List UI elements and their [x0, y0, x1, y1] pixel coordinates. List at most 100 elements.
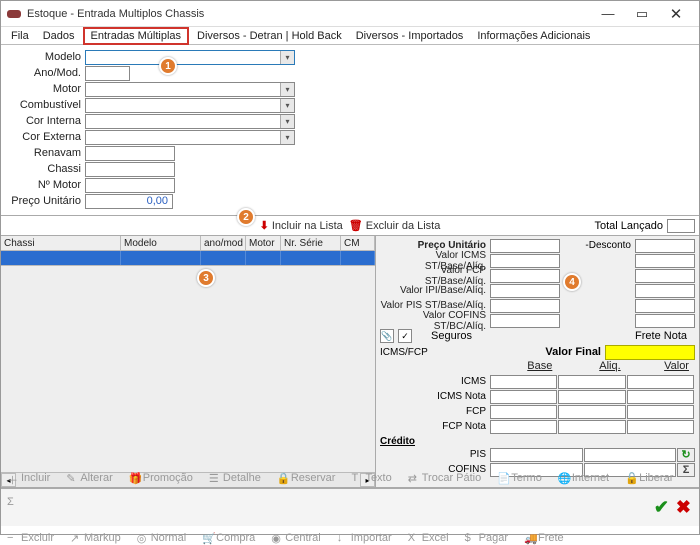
gift-icon: 🎁	[129, 472, 140, 483]
r-icmsst-field[interactable]	[490, 254, 560, 268]
cred-pis-field1[interactable]	[490, 448, 583, 462]
menu-dados[interactable]: Dados	[37, 29, 81, 43]
tax-fcp-base[interactable]	[490, 405, 557, 419]
attach-icon[interactable]: 📎	[380, 329, 394, 343]
tax-fcp-valor[interactable]	[627, 405, 694, 419]
tb-pagar[interactable]: $Pagar	[465, 532, 508, 544]
cred-pis-recycle-button[interactable]: ↻	[677, 448, 695, 462]
chassi-input[interactable]	[85, 162, 175, 177]
grid-body	[1, 266, 375, 472]
tax-icms-valor[interactable]	[627, 375, 694, 389]
tb-sigma[interactable]: Σ	[7, 496, 14, 508]
col-nrserie[interactable]: Nr. Série	[281, 236, 341, 250]
r-pisst-field[interactable]	[490, 299, 560, 313]
col-motor[interactable]: Motor	[246, 236, 281, 250]
close-button[interactable]: ✕	[659, 3, 693, 25]
r-desconto-field[interactable]	[635, 239, 695, 253]
col-modelo[interactable]: Modelo	[121, 236, 201, 250]
menu-fila[interactable]: Fila	[5, 29, 35, 43]
grid-selected-row[interactable]	[1, 251, 375, 266]
tax-fcpnota-base[interactable]	[490, 420, 557, 434]
r-fcpst-field2[interactable]	[635, 269, 695, 283]
tax-fcp-aliq[interactable]	[558, 405, 625, 419]
anomod-label: Ano/Mod.	[5, 67, 85, 79]
tb-importar[interactable]: ↓Importar	[337, 532, 392, 544]
incluir-na-lista-button[interactable]: ⬇ Incluir na Lista	[260, 219, 343, 232]
anomod-input[interactable]	[85, 66, 130, 81]
modelo-label: Modelo	[5, 51, 85, 63]
tb-reservar[interactable]: 🔒Reservar	[277, 472, 336, 484]
central-icon: ◉	[271, 532, 282, 543]
tb-normal[interactable]: ◎Normal	[137, 532, 186, 544]
tb-excel[interactable]: XExcel	[408, 532, 449, 544]
corinterna-combo[interactable]: ▾	[85, 114, 295, 129]
r-cofinsst-field2[interactable]	[635, 314, 695, 328]
corexterna-combo[interactable]: ▾	[85, 130, 295, 145]
step-badge-3: 3	[197, 269, 215, 287]
tb-promocao[interactable]: 🎁Promoção	[129, 472, 193, 484]
r-ipi-field[interactable]	[490, 284, 560, 298]
cancel-button[interactable]: ✖	[676, 497, 691, 518]
tb-excluir[interactable]: −Excluir	[7, 532, 54, 544]
valorfinal-label: Valor Final	[440, 346, 605, 358]
nmotor-input[interactable]	[85, 178, 175, 193]
restore-button[interactable]: ▭	[625, 3, 659, 25]
unlock-icon: 🔓	[625, 472, 636, 483]
total-lancado-label: Total Lançado	[595, 220, 664, 232]
confirm-button[interactable]: ✔	[654, 497, 669, 518]
tax-fcpnota-aliq[interactable]	[558, 420, 625, 434]
menu-entradas-multiplas[interactable]: Entradas Múltiplas	[83, 27, 190, 45]
r-fcpst-field[interactable]	[490, 269, 560, 283]
tax-icmsnota-valor[interactable]	[627, 390, 694, 404]
corinterna-label: Cor Interna	[5, 115, 85, 127]
tb-central[interactable]: ◉Central	[271, 532, 320, 544]
excluir-da-lista-button[interactable]: 🗑 Excluir da Lista	[349, 219, 441, 232]
tb-termo[interactable]: 📄Termo	[497, 472, 542, 484]
tax-icms-aliq[interactable]	[558, 375, 625, 389]
cred-cofins-sigma-button[interactable]: Σ	[677, 463, 695, 477]
modelo-combo[interactable]: ▾	[85, 50, 295, 65]
minimize-button[interactable]: —	[591, 3, 625, 25]
col-cm[interactable]: CM	[341, 236, 375, 250]
tb-texto[interactable]: TTexto	[351, 472, 391, 484]
motor-combo[interactable]: ▾	[85, 82, 295, 97]
tb-trocarpatio[interactable]: ⇄Trocar Pátio	[408, 472, 482, 484]
tax-fcpnota-valor[interactable]	[627, 420, 694, 434]
r-pisst-field2[interactable]	[635, 299, 695, 313]
r-precounit-field[interactable]	[490, 239, 560, 253]
chevron-down-icon: ▾	[280, 99, 294, 112]
tb-frete[interactable]: 🚚Frete	[524, 532, 564, 544]
menu-diversos-importados[interactable]: Diversos - Importados	[350, 29, 470, 43]
arrow-down-icon: ⬇	[260, 219, 269, 232]
precounit-input[interactable]: 0,00	[85, 194, 173, 209]
tax-icms-base[interactable]	[490, 375, 557, 389]
tb-compra[interactable]: 🛒Compra	[202, 532, 255, 544]
cred-pis-field2[interactable]	[584, 448, 677, 462]
renavam-input[interactable]	[85, 146, 175, 161]
tax-icms-label: ICMS	[380, 376, 490, 387]
tb-incluir[interactable]: ＋Incluir	[7, 472, 50, 484]
r-cofinsst-field[interactable]	[490, 314, 560, 328]
check-icon[interactable]: ✓	[398, 329, 412, 343]
combustivel-combo[interactable]: ▾	[85, 98, 295, 113]
list-actions-row: ⬇ Incluir na Lista 🗑 Excluir da Lista To…	[1, 216, 699, 236]
tax-icmsnota-base[interactable]	[490, 390, 557, 404]
edit-icon: ✎	[66, 472, 77, 483]
tax-icmsnota-aliq[interactable]	[558, 390, 625, 404]
col-chassi[interactable]: Chassi	[1, 236, 121, 250]
tb-alterar[interactable]: ✎Alterar	[66, 472, 112, 484]
r-icmsst-field2[interactable]	[635, 254, 695, 268]
tb-liberar[interactable]: 🔓Liberar	[625, 472, 673, 484]
tb-markup[interactable]: ↗Markup	[70, 532, 121, 544]
frete-label: Frete Nota	[544, 330, 691, 342]
r-ipi-field2[interactable]	[635, 284, 695, 298]
col-anomod[interactable]: ano/mod	[201, 236, 246, 250]
truck-icon: 🚚	[524, 532, 535, 543]
seguros-label: Seguros	[416, 330, 476, 342]
menu-diversos-detran[interactable]: Diversos - Detran | Hold Back	[191, 29, 348, 43]
tb-internet[interactable]: 🌐Internet	[558, 472, 609, 484]
menu-info-adicionais[interactable]: Informações Adicionais	[471, 29, 596, 43]
titlebar: Estoque - Entrada Multiplos Chassis — ▭ …	[1, 1, 699, 27]
tax-icmsnota-label: ICMS Nota	[380, 391, 490, 402]
tb-detalhe[interactable]: ☰Detalhe	[209, 472, 261, 484]
